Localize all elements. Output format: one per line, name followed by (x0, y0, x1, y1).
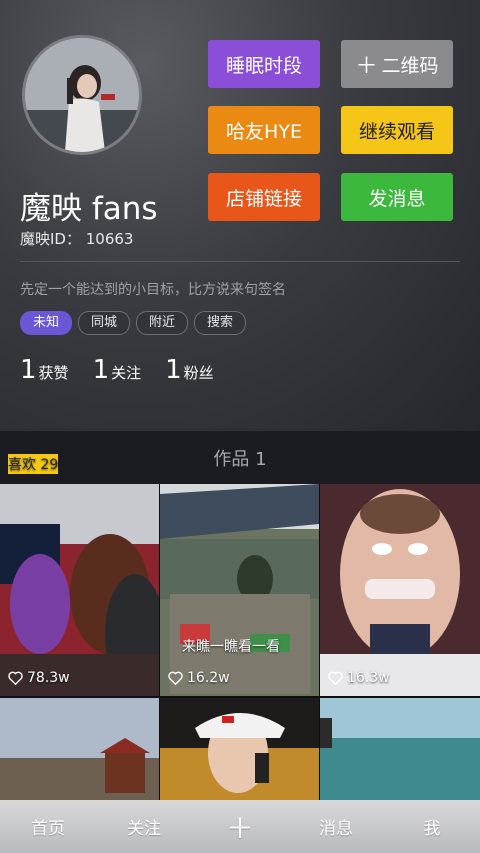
qrcode-button[interactable]: ＋ 二维码 (341, 40, 453, 88)
like-count-value: 16.2w (187, 670, 230, 686)
video-grid: 78.3w 来瞧一瞧看一看 16.2w 16.3w (0, 484, 480, 800)
tag-same-city[interactable]: 同城 (78, 311, 131, 335)
video-thumbnail-image (160, 698, 319, 800)
tag-list: 未知 同城 附近 搜索 (20, 311, 247, 335)
stat-following-number: 1 (92, 355, 110, 385)
tag-unknown[interactable]: 未知 (20, 311, 73, 335)
avatar-photo (25, 38, 139, 152)
stat-likes-number: 1 (20, 355, 37, 385)
video-thumbnail-image (320, 698, 480, 800)
video-thumbnail-image (0, 698, 159, 800)
video-thumbnail-image (160, 484, 319, 696)
nav-home[interactable]: 首页 (0, 800, 96, 853)
like-count-value: 78.3w (27, 670, 70, 686)
hye-button[interactable]: 哈友HYE (208, 106, 320, 154)
stat-fans[interactable]: 1 粉丝 (165, 355, 214, 385)
stat-following[interactable]: 1 关注 (93, 355, 142, 385)
shop-link-button[interactable]: 店铺链接 (208, 173, 320, 221)
divider (20, 261, 460, 262)
stats: 1 获赞 1 关注 1 粉丝 (20, 355, 214, 385)
profile-id: 魔映ID： 10663 (20, 230, 134, 248)
like-count: 16.2w (168, 670, 230, 686)
shop-link-label: 店铺链接 (225, 187, 302, 210)
nav-plus-icon[interactable]: ＋ (192, 800, 288, 853)
heart-icon (8, 671, 23, 685)
heart-icon (168, 671, 183, 685)
like-count-value: 16.3w (347, 670, 390, 686)
hye-label: 哈友HYE (226, 120, 302, 143)
profile-name: 魔映 fans (20, 191, 158, 227)
video-thumbnail-image (320, 484, 480, 696)
stat-likes-label: 获赞 (38, 364, 69, 382)
stat-following-label: 关注 (111, 364, 142, 382)
stat-likes[interactable]: 1 获赞 (20, 355, 69, 385)
send-message-label: 发消息 (368, 187, 426, 210)
send-message-button[interactable]: 发消息 (341, 173, 453, 221)
video-thumbnail[interactable]: 78.3w (0, 484, 159, 696)
signature[interactable]: 先定一个能达到的小目标，比方说来句签名 (20, 279, 286, 299)
qrcode-label: 二维码 (381, 54, 439, 77)
tag-search[interactable]: 搜索 (194, 311, 247, 335)
nav-messages[interactable]: 消息 (288, 800, 384, 853)
video-thumbnail[interactable]: 16.3w (320, 484, 480, 696)
video-thumbnail[interactable] (0, 698, 159, 800)
stat-fans-label: 粉丝 (183, 364, 214, 382)
nav-follow[interactable]: 关注 (96, 800, 192, 853)
video-thumbnail-image (0, 484, 159, 696)
tag-nearby[interactable]: 附近 (136, 311, 189, 335)
video-thumbnail[interactable] (320, 698, 480, 800)
profile-header: 睡眠时段 ＋ 二维码 哈友HYE 继续观看 店铺链接 发消息 魔映 fans 魔… (0, 0, 480, 431)
content-tabs: 作品 1 喜欢 29 (0, 431, 480, 484)
plus-icon: ＋ (355, 54, 378, 79)
tab-works[interactable]: 作品 1 (0, 431, 480, 484)
video-caption: 来瞧一瞧看一看 (182, 639, 280, 655)
stat-fans-number: 1 (165, 355, 182, 385)
heart-icon (328, 671, 343, 685)
video-thumbnail[interactable] (160, 698, 319, 800)
continue-watching-label: 继续观看 (358, 120, 435, 143)
like-count: 16.3w (328, 670, 390, 686)
sleep-period-label: 睡眠时段 (225, 54, 302, 77)
bottom-navigation: 首页 关注 ＋ 消息 我 (0, 800, 480, 853)
continue-watching-button[interactable]: 继续观看 (341, 106, 453, 154)
nav-me[interactable]: 我 (384, 800, 480, 853)
video-thumbnail[interactable]: 来瞧一瞧看一看 16.2w (160, 484, 319, 696)
like-count: 78.3w (8, 670, 70, 686)
sleep-period-button[interactable]: 睡眠时段 (208, 40, 320, 88)
tab-likes[interactable]: 喜欢 29 (8, 454, 59, 474)
avatar[interactable] (22, 35, 142, 155)
